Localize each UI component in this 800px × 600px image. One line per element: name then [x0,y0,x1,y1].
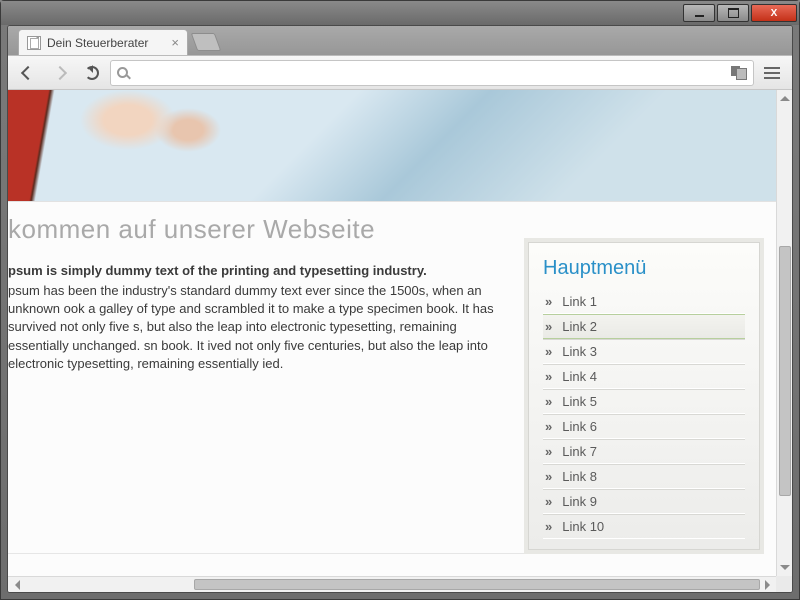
menu-item-label: Link 8 [562,469,597,484]
menu-item-label: Link 10 [562,519,604,534]
chevron-right-icon [545,419,552,434]
sidebar: Hauptmenü Link 1 Link 2 Link 3 Link 4 Li… [524,238,764,554]
chevron-right-icon [545,444,552,459]
menu-item-label: Link 1 [562,294,597,309]
scroll-down-button[interactable] [777,560,792,576]
browser-tab[interactable]: Dein Steuerberater × [18,29,188,55]
menu-item[interactable]: Link 4 [543,364,745,389]
chevron-right-icon [545,469,552,484]
menu-item-label: Link 3 [562,344,597,359]
main-menu: Link 1 Link 2 Link 3 Link 4 Link 5 Link … [543,290,745,539]
menu-item[interactable]: Link 3 [543,339,745,364]
viewport: kommen auf unserer Webseite psum is simp… [8,90,792,592]
browser-toolbar [8,56,792,90]
tab-title: Dein Steuerberater [47,36,148,50]
chevron-right-icon [545,519,552,534]
hamburger-icon [764,67,780,79]
menu-button[interactable] [758,60,786,86]
menu-item[interactable]: Link 5 [543,389,745,414]
scroll-left-button[interactable] [8,577,24,592]
menu-item-label: Link 2 [562,319,597,334]
scroll-up-button[interactable] [777,90,792,106]
sidebar-heading: Hauptmenü [543,257,745,280]
menu-item[interactable]: Link 7 [543,439,745,464]
tab-strip: Dein Steuerberater × [8,26,792,56]
scroll-right-button[interactable] [760,577,776,592]
chevron-right-icon [545,344,552,359]
menu-item-label: Link 9 [562,494,597,509]
vertical-scroll-thumb[interactable] [779,246,791,496]
menu-item[interactable]: Link 2 [543,314,745,339]
chevron-right-icon [545,394,552,409]
window-minimize-button[interactable] [683,4,715,22]
menu-item[interactable]: Link 8 [543,464,745,489]
menu-item[interactable]: Link 1 [543,290,745,314]
menu-item-label: Link 4 [562,369,597,384]
hero-image [8,90,776,202]
content-row: kommen auf unserer Webseite psum is simp… [8,202,776,554]
vertical-scrollbar[interactable] [776,90,792,576]
reload-button[interactable] [78,60,106,86]
menu-item-label: Link 7 [562,444,597,459]
search-icon [117,67,128,78]
main-column: kommen auf unserer Webseite psum is simp… [8,212,524,554]
window-titlebar[interactable]: X [1,1,799,25]
menu-item[interactable]: Link 9 [543,489,745,514]
os-window: X Dein Steuerberater × [0,0,800,600]
lead-text: psum is simply dummy text of the printin… [8,263,506,278]
translate-icon[interactable] [731,66,747,80]
menu-item-label: Link 5 [562,394,597,409]
page-content: kommen auf unserer Webseite psum is simp… [8,90,776,576]
forward-button[interactable] [46,60,74,86]
window-maximize-button[interactable] [717,4,749,22]
menu-item-label: Link 6 [562,419,597,434]
scroll-track[interactable] [24,577,760,592]
new-tab-button[interactable] [191,33,222,51]
horizontal-scrollbar[interactable] [8,576,776,592]
address-input[interactable] [134,65,725,80]
chevron-right-icon [545,494,552,509]
horizontal-scroll-thumb[interactable] [194,579,760,590]
chevron-right-icon [545,294,552,309]
body-text: psum has been the industry's standard du… [8,282,506,373]
scroll-corner [776,576,792,592]
tab-close-button[interactable]: × [171,36,179,49]
menu-item[interactable]: Link 10 [543,514,745,539]
chevron-right-icon [545,319,552,334]
window-close-button[interactable]: X [751,4,797,22]
reload-icon [85,66,99,80]
file-icon [27,36,41,50]
menu-item[interactable]: Link 6 [543,414,745,439]
back-button[interactable] [14,60,42,86]
sidebar-inner: Hauptmenü Link 1 Link 2 Link 3 Link 4 Li… [528,242,760,550]
omnibox[interactable] [110,60,754,86]
browser-frame: Dein Steuerberater × k [7,25,793,593]
page-title: kommen auf unserer Webseite [8,214,506,245]
chevron-right-icon [545,369,552,384]
